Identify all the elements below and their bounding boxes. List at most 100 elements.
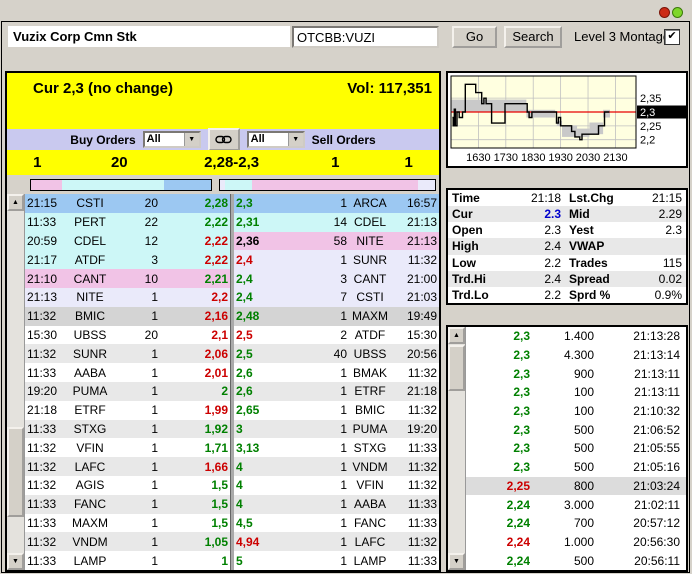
quote-value: 21:15 bbox=[625, 191, 682, 205]
bid-row[interactable]: 11:33FANC11,5 bbox=[25, 495, 230, 514]
ask-price: 4 bbox=[236, 478, 286, 492]
chain-link-icon bbox=[215, 134, 232, 145]
ask-row[interactable]: 2,31ARCA16:57 bbox=[234, 194, 439, 213]
bid-row[interactable]: 21:15CSTI202,28 bbox=[25, 194, 230, 213]
scrollbar-thumb[interactable] bbox=[448, 345, 465, 391]
trade-row[interactable]: 2,241.00020:56:30 bbox=[466, 533, 686, 552]
trade-row[interactable]: 2,31.40021:13:28 bbox=[466, 327, 686, 346]
sell-filter-select[interactable]: All ▼ bbox=[247, 131, 305, 148]
bid-row[interactable]: 11:33LAMP11 bbox=[25, 551, 230, 570]
bid-row[interactable]: 11:32BMIC12,16 bbox=[25, 307, 230, 326]
ask-row[interactable]: 4,941LAFC11:32 bbox=[234, 532, 439, 551]
chevron-down-icon[interactable]: ▼ bbox=[184, 133, 199, 146]
search-button[interactable]: Search bbox=[504, 26, 562, 48]
trade-row[interactable]: 2,390021:13:11 bbox=[466, 364, 686, 383]
trade-row[interactable]: 2,350021:05:55 bbox=[466, 439, 686, 458]
bid-row[interactable]: 11:33PERT222,22 bbox=[25, 213, 230, 232]
book-scrollbar[interactable]: ▲ ▼ bbox=[7, 194, 25, 570]
bid-row[interactable]: 19:20PUMA12 bbox=[25, 382, 230, 401]
window-tab-label: 3 bbox=[22, 3, 45, 21]
bid-row[interactable]: 11:33STXG11,92 bbox=[25, 420, 230, 439]
ask-row[interactable]: 2,41SUNR11:32 bbox=[234, 250, 439, 269]
buy-filter-select[interactable]: All ▼ bbox=[143, 131, 201, 148]
trade-row[interactable]: 2,310021:13:11 bbox=[466, 383, 686, 402]
trade-price: 2,3 bbox=[468, 404, 530, 418]
ask-row[interactable]: 2,61ETRF21:18 bbox=[234, 382, 439, 401]
ask-row[interactable]: 3,131STXG11:33 bbox=[234, 438, 439, 457]
bid-row[interactable]: 11:32LAFC11,66 bbox=[25, 457, 230, 476]
bid-price: 1,05 bbox=[174, 535, 228, 549]
ask-row[interactable]: 41VNDM11:32 bbox=[234, 457, 439, 476]
ask-row[interactable]: 41VFIN11:32 bbox=[234, 476, 439, 495]
scroll-up-button[interactable]: ▲ bbox=[7, 194, 24, 211]
ask-time: 21:03 bbox=[393, 290, 437, 304]
bid-row[interactable]: 20:59CDEL122,22 bbox=[25, 232, 230, 251]
trade-row[interactable]: 2,350021:05:16 bbox=[466, 458, 686, 477]
ask-row[interactable]: 2,3114CDEL21:13 bbox=[234, 213, 439, 232]
quote-label: Mid bbox=[561, 207, 625, 221]
trade-row[interactable]: 2,2450020:56:11 bbox=[466, 551, 686, 570]
scroll-down-button[interactable]: ▼ bbox=[448, 553, 465, 570]
trade-row[interactable]: 2,2470020:57:12 bbox=[466, 514, 686, 533]
ask-row[interactable]: 2,47CSTI21:03 bbox=[234, 288, 439, 307]
ask-row[interactable]: 51LAMP11:33 bbox=[234, 551, 439, 570]
ask-row[interactable]: 2,3658NITE21:13 bbox=[234, 232, 439, 251]
bid-size: 12 bbox=[113, 234, 174, 248]
scroll-down-button[interactable]: ▼ bbox=[7, 553, 24, 570]
bid-row[interactable]: 15:30UBSS202,1 bbox=[25, 326, 230, 345]
bid-row[interactable]: 11:33AABA12,01 bbox=[25, 363, 230, 382]
bid-row[interactable]: 21:17ATDF32,22 bbox=[25, 250, 230, 269]
trade-size: 1.400 bbox=[530, 329, 594, 343]
ask-row[interactable]: 4,51FANC11:33 bbox=[234, 514, 439, 533]
bid-time: 21:10 bbox=[27, 272, 67, 286]
quote-label: Lst.Chg bbox=[561, 191, 625, 205]
trade-list: 2,31.40021:13:282,34.30021:13:142,390021… bbox=[466, 327, 686, 570]
link-filters-button[interactable] bbox=[208, 128, 240, 151]
ask-row[interactable]: 31PUMA19:20 bbox=[234, 420, 439, 439]
ask-row[interactable]: 2,61BMAK11:32 bbox=[234, 363, 439, 382]
scroll-up-button[interactable]: ▲ bbox=[448, 327, 465, 344]
y-tick-label: 2,3 bbox=[640, 107, 655, 119]
bid-mm: LAFC bbox=[67, 460, 113, 474]
analysis-tabs: Stats Histogram Chart TickScope bbox=[449, 52, 474, 71]
ask-row[interactable]: 2,481MAXM19:49 bbox=[234, 307, 439, 326]
level3-montage-checkbox[interactable]: ✔ bbox=[664, 29, 680, 45]
green-status-dot[interactable] bbox=[672, 7, 683, 18]
bid-row[interactable]: 11:32VFIN11,71 bbox=[25, 438, 230, 457]
go-button[interactable]: Go bbox=[452, 26, 497, 48]
ask-price: 5 bbox=[236, 554, 286, 568]
symbol-input[interactable] bbox=[292, 26, 439, 48]
trade-size: 500 bbox=[530, 554, 594, 568]
bid-row[interactable]: 21:18ETRF11,99 bbox=[25, 401, 230, 420]
bid-row[interactable]: 11:32AGIS11,5 bbox=[25, 476, 230, 495]
bid-mm: STXG bbox=[67, 422, 113, 436]
trade-row[interactable]: 2,2580021:03:24 bbox=[466, 477, 686, 496]
bid-price: 2,06 bbox=[174, 347, 228, 361]
ask-row[interactable]: 2,43CANT21:00 bbox=[234, 269, 439, 288]
bid-row[interactable]: 21:10CANT102,21 bbox=[25, 269, 230, 288]
ask-price: 2,5 bbox=[236, 328, 286, 342]
red-status-dot[interactable] bbox=[659, 7, 670, 18]
trade-row[interactable]: 2,34.30021:13:14 bbox=[466, 346, 686, 365]
depth-distribution-bars bbox=[7, 175, 439, 194]
bid-row[interactable]: 21:13NITE12,2 bbox=[25, 288, 230, 307]
ask-mm: STXG bbox=[347, 441, 393, 455]
trade-size: 4.300 bbox=[530, 348, 594, 362]
bid-price: 1,5 bbox=[174, 478, 228, 492]
ask-row[interactable]: 2,540UBSS20:56 bbox=[234, 344, 439, 363]
depth-segment bbox=[418, 180, 435, 190]
trade-row[interactable]: 2,350021:06:52 bbox=[466, 420, 686, 439]
bid-row[interactable]: 11:33MAXM11,5 bbox=[25, 514, 230, 533]
quote-value: 21:18 bbox=[504, 191, 561, 205]
bid-row[interactable]: 11:32VNDM11,05 bbox=[25, 532, 230, 551]
inside-price-range: 2,28-2,3 bbox=[171, 154, 292, 171]
ask-row[interactable]: 41AABA11:33 bbox=[234, 495, 439, 514]
trades-scrollbar[interactable]: ▲ ▼ bbox=[448, 327, 466, 570]
scrollbar-thumb[interactable] bbox=[7, 427, 24, 517]
trade-row[interactable]: 2,310021:10:32 bbox=[466, 402, 686, 421]
ask-row[interactable]: 2,52ATDF15:30 bbox=[234, 326, 439, 345]
ask-row[interactable]: 2,651BMIC11:32 bbox=[234, 401, 439, 420]
bid-row[interactable]: 11:32SUNR12,06 bbox=[25, 344, 230, 363]
trade-row[interactable]: 2,243.00021:02:11 bbox=[466, 495, 686, 514]
chevron-down-icon[interactable]: ▼ bbox=[288, 133, 303, 146]
